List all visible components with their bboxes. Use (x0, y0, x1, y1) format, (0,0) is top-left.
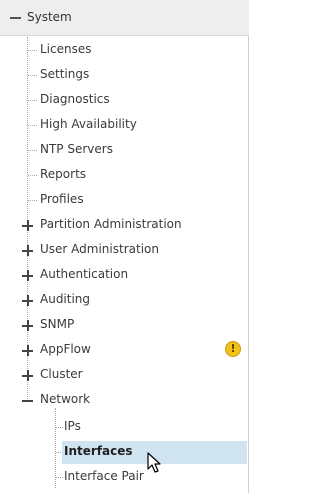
tree-item-auditing[interactable]: Auditing (38, 288, 238, 312)
tree-item-appflow[interactable]: AppFlow (38, 338, 218, 362)
tree-item-label: User Administration (40, 242, 159, 256)
expand-icon[interactable] (22, 345, 33, 356)
expand-icon[interactable] (22, 220, 33, 231)
navigation-tree-panel: System Licenses Settings Diagnostics Hig… (0, 0, 249, 493)
tree-item-label: IPs (64, 419, 81, 433)
tree-item-ntp-servers[interactable]: NTP Servers (38, 138, 238, 162)
tree-item-label: Diagnostics (40, 92, 110, 106)
tree-item-diagnostics[interactable]: Diagnostics (38, 88, 238, 112)
tree-item-label: AppFlow (40, 342, 91, 356)
tree-connector (28, 125, 37, 126)
tree-item-label: Partition Administration (40, 217, 182, 231)
tree-connector (28, 75, 37, 76)
tree-item-label: Profiles (40, 192, 84, 206)
collapse-icon[interactable] (22, 395, 33, 406)
tree-guide-line (55, 408, 56, 488)
tree-item-user-administration[interactable]: User Administration (38, 238, 238, 262)
expand-icon[interactable] (22, 270, 33, 281)
tree-item-settings[interactable]: Settings (38, 63, 238, 87)
tree-item-cluster[interactable]: Cluster (38, 363, 238, 387)
tree-item-label: Licenses (40, 42, 92, 56)
tree-item-snmp[interactable]: SNMP (38, 313, 238, 337)
tree-item-profiles[interactable]: Profiles (38, 188, 238, 212)
tree-item-label: Authentication (40, 267, 129, 281)
tree-connector (28, 50, 37, 51)
tree-connector (28, 175, 37, 176)
tree-connector (28, 200, 37, 201)
expand-icon[interactable] (22, 245, 33, 256)
tree-item-label: Interfaces (64, 444, 133, 458)
collapse-icon[interactable] (10, 17, 21, 19)
tree-item-label: Interface Pair (64, 469, 144, 483)
expand-icon[interactable] (22, 320, 33, 331)
tree-item-label: High Availability (40, 117, 137, 131)
tree-item-reports[interactable]: Reports (38, 163, 238, 187)
tree-item-ips[interactable]: IPs (62, 415, 242, 439)
tree-item-label: Network (40, 392, 91, 406)
warning-icon[interactable]: ! (225, 341, 241, 357)
tree-item-high-availability[interactable]: High Availability (38, 113, 238, 137)
tree-connector (28, 100, 37, 101)
tree-item-label: Settings (40, 67, 90, 81)
tree-item-authentication[interactable]: Authentication (38, 263, 238, 287)
tree-item-label: SNMP (40, 317, 75, 331)
tree-item-label: Cluster (40, 367, 83, 381)
tree-item-licenses[interactable]: Licenses (38, 38, 238, 62)
expand-icon[interactable] (22, 370, 33, 381)
tree-item-label: Auditing (40, 292, 91, 306)
system-node-label: System (27, 10, 72, 24)
tree-connector (28, 150, 37, 151)
tree-item-partition-administration[interactable]: Partition Administration (38, 213, 238, 237)
expand-icon[interactable] (22, 295, 33, 306)
tree-item-network[interactable]: Network (38, 388, 238, 412)
tree-item-label: NTP Servers (40, 142, 113, 156)
system-node-header[interactable]: System (0, 0, 249, 36)
mouse-cursor-icon (147, 452, 161, 473)
tree-item-label: Reports (40, 167, 87, 181)
